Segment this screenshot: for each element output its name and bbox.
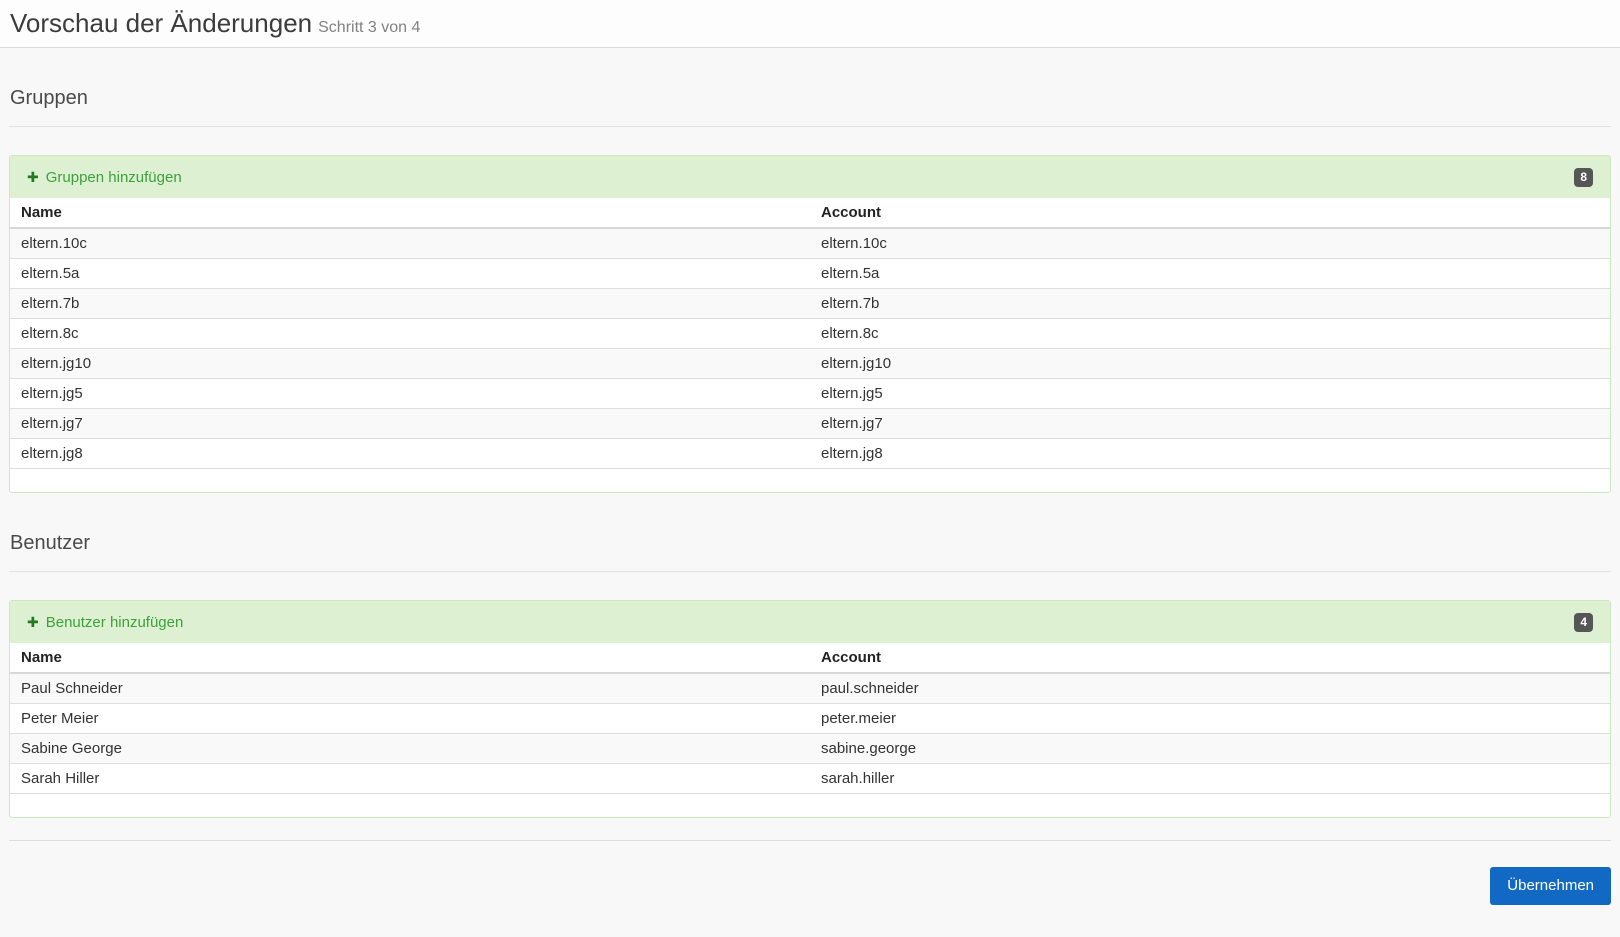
page-header: Vorschau der Änderungen Schritt 3 von 4	[0, 0, 1620, 48]
page-title-text: Vorschau der Änderungen	[10, 8, 313, 38]
table-cell: eltern.10c	[10, 227, 810, 259]
main-content: Gruppen ✚ Gruppen hinzufügen 8 Name Accou…	[0, 86, 1620, 905]
table-cell: eltern.5a	[10, 258, 810, 289]
table-row: eltern.jg10 eltern.jg10	[10, 348, 1610, 379]
table-cell: eltern.8c	[810, 318, 1610, 349]
table-row: eltern.8c eltern.8c	[10, 318, 1610, 349]
table-row: eltern.5a eltern.5a	[10, 258, 1610, 289]
add-groups-link[interactable]: ✚ Gruppen hinzufügen	[27, 167, 182, 188]
gruppen-panel: ✚ Gruppen hinzufügen 8 Name Account elter…	[9, 155, 1611, 493]
gruppen-table: Name Account eltern.10c eltern.10c eltern.…	[10, 198, 1610, 468]
column-header-name: Name	[10, 643, 810, 674]
table-cell: eltern.jg7	[10, 408, 810, 439]
table-cell: eltern.7b	[10, 288, 810, 319]
section-heading-benutzer: Benutzer	[10, 532, 91, 554]
table-cell: eltern.jg10	[810, 348, 1610, 379]
benutzer-count-badge: 4	[1574, 612, 1593, 632]
table-row: eltern.jg5 eltern.jg5	[10, 378, 1610, 409]
table-cell: sarah.hiller	[810, 763, 1610, 793]
gruppen-count-badge: 8	[1574, 167, 1593, 187]
table-row: eltern.10c eltern.10c	[10, 227, 1610, 259]
table-cell: eltern.jg8	[810, 438, 1610, 468]
table-row: eltern.jg8 eltern.jg8	[10, 438, 1610, 468]
table-header-row: Name Account	[10, 198, 1610, 229]
plus-icon: ✚	[27, 168, 39, 185]
plus-icon: ✚	[27, 613, 39, 630]
benutzer-panel: ✚ Benutzer hinzufügen 4 Name Account Paul…	[9, 600, 1611, 818]
apply-button[interactable]: Übernehmen	[1490, 867, 1611, 905]
table-row: eltern.7b eltern.7b	[10, 288, 1610, 319]
panel-footer-space	[10, 793, 1610, 817]
table-cell: eltern.jg5	[10, 378, 810, 409]
panel-footer-space	[10, 468, 1610, 492]
table-cell: Sarah Hiller	[10, 763, 810, 793]
table-cell: eltern.8c	[10, 318, 810, 349]
add-users-label: Benutzer hinzufügen	[45, 613, 184, 631]
table-row: eltern.jg7 eltern.jg7	[10, 408, 1610, 439]
column-header-account: Account	[810, 198, 1610, 229]
table-row: Sarah Hiller sarah.hiller	[10, 763, 1610, 793]
benutzer-table: Name Account Paul Schneider paul.schneide…	[10, 643, 1610, 793]
table-row: Peter Meier peter.meier	[10, 703, 1610, 734]
table-cell: eltern.10c	[810, 227, 1610, 259]
table-header-row: Name Account	[10, 643, 1610, 674]
page-title: Vorschau der Änderungen Schritt 3 von 4	[10, 7, 1610, 44]
section-divider	[9, 126, 1611, 127]
step-indicator: Schritt 3 von 4	[318, 19, 421, 36]
add-groups-label: Gruppen hinzufügen	[45, 168, 182, 186]
footer-bar: Übernehmen	[9, 841, 1611, 905]
column-header-name: Name	[10, 198, 810, 229]
table-cell: eltern.5a	[810, 258, 1610, 289]
table-cell: peter.meier	[810, 703, 1610, 734]
add-users-link[interactable]: ✚ Benutzer hinzufügen	[27, 612, 183, 633]
table-cell: eltern.jg8	[10, 438, 810, 468]
table-row: Sabine George sabine.george	[10, 733, 1610, 764]
table-cell: Peter Meier	[10, 703, 810, 734]
column-header-account: Account	[810, 643, 1610, 674]
table-cell: eltern.jg10	[10, 348, 810, 379]
table-cell: eltern.jg5	[810, 378, 1610, 409]
table-cell: paul.schneider	[810, 672, 1610, 704]
table-row: Paul Schneider paul.schneider	[10, 672, 1610, 704]
table-cell: Paul Schneider	[10, 672, 810, 704]
gruppen-panel-heading: ✚ Gruppen hinzufügen 8	[10, 156, 1610, 198]
table-cell: sabine.george	[810, 733, 1610, 764]
table-cell: Sabine George	[10, 733, 810, 764]
section-heading-gruppen: Gruppen	[10, 87, 88, 109]
benutzer-panel-heading: ✚ Benutzer hinzufügen 4	[10, 601, 1610, 643]
table-cell: eltern.7b	[810, 288, 1610, 319]
section-divider	[9, 571, 1611, 572]
table-cell: eltern.jg7	[810, 408, 1610, 439]
